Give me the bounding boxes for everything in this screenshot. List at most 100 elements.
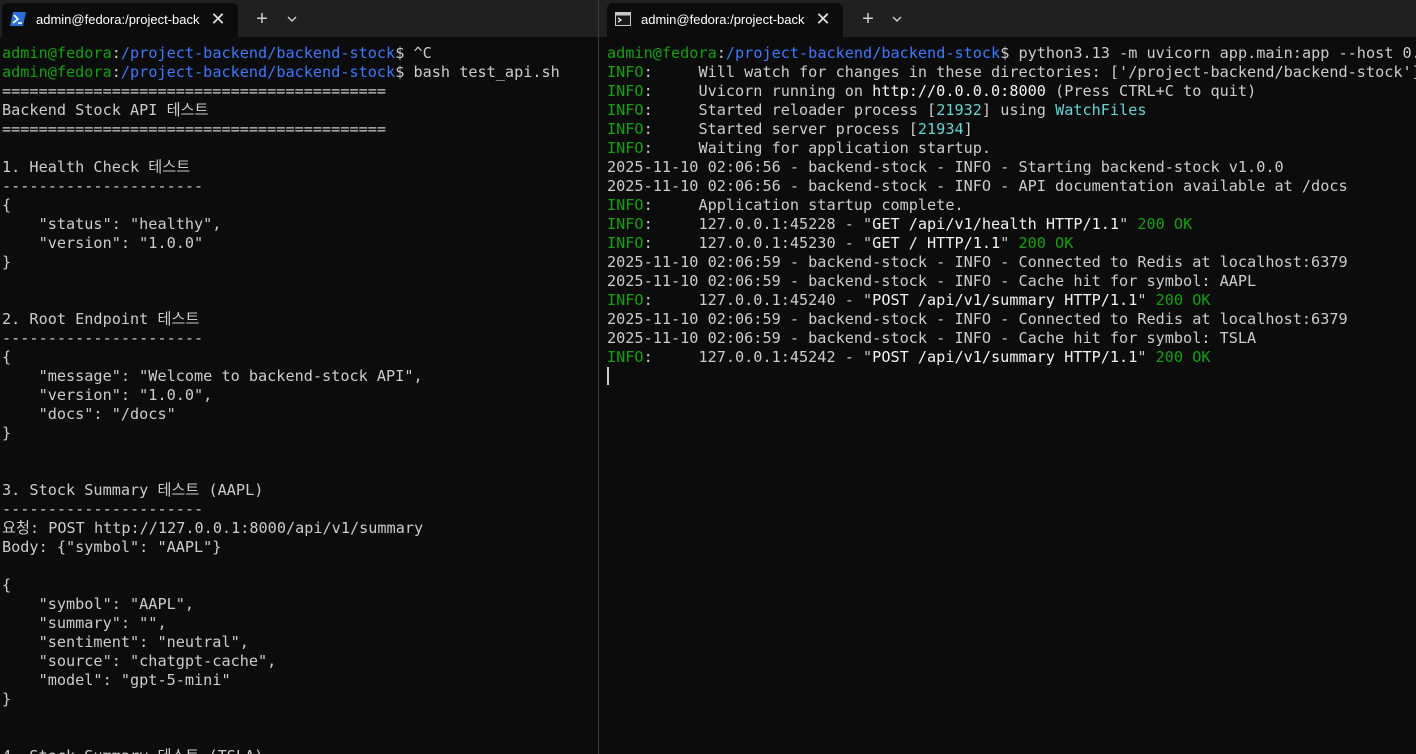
terminal-line: "symbol": "AAPL",	[2, 595, 598, 614]
terminal-text: : Will watch for changes in these direct…	[643, 63, 1416, 81]
terminal-text: "	[1119, 215, 1138, 233]
chevron-down-icon[interactable]	[281, 8, 303, 30]
terminal-text: INFO	[607, 120, 644, 138]
new-tab-button[interactable]: +	[856, 8, 880, 30]
terminal-text: "source": "chatgpt-cache",	[2, 652, 277, 670]
terminal-text: "status": "healthy",	[2, 215, 222, 233]
tab-cmd[interactable]: admin@fedora:/project-backend ✕	[607, 3, 843, 37]
terminal-line: "message": "Welcome to backend-stock API…	[2, 367, 598, 386]
terminal-line: INFO: 127.0.0.1:45230 - "GET / HTTP/1.1"…	[607, 234, 1416, 253]
terminal-text: : Uvicorn running on	[643, 82, 873, 100]
terminal-text: 3. Stock Summary 테스트 (AAPL)	[2, 481, 264, 499]
tab-title: admin@fedora:/project-backend	[36, 12, 200, 27]
terminal-line: "sentiment": "neutral",	[2, 633, 598, 652]
terminal-output[interactable]: admin@fedora:/project-backend/backend-st…	[607, 44, 1416, 386]
chevron-down-icon[interactable]	[886, 8, 908, 30]
right-terminal-pane[interactable]: admin@fedora:/project-backend ✕ + admin@…	[599, 0, 1416, 754]
terminal-line: 2025-11-10 02:06:59 - backend-stock - IN…	[607, 272, 1416, 291]
terminal-text: }	[2, 424, 12, 442]
terminal-text: 2025-11-10 02:06:56 - backend-stock - IN…	[607, 158, 1284, 176]
terminal-text: /project-backend/backend-stock	[120, 63, 396, 81]
terminal-prompt-line[interactable]	[607, 367, 1416, 386]
terminal-text: "message": "Welcome to backend-stock API…	[2, 367, 423, 385]
terminal-line: 2. Root Endpoint 테스트	[2, 310, 598, 329]
left-terminal-pane[interactable]: admin@fedora:/project-backend ✕ + admin@…	[0, 0, 598, 754]
terminal-text: 2. Root Endpoint 테스트	[2, 310, 200, 328]
terminal-line: ========================================…	[2, 120, 598, 139]
terminal-line: ----------------------	[2, 329, 598, 348]
terminal-output[interactable]: admin@fedora:/project-backend/backend-st…	[2, 44, 598, 754]
terminal-line: 2025-11-10 02:06:59 - backend-stock - IN…	[607, 310, 1416, 329]
close-icon[interactable]: ✕	[208, 8, 228, 30]
terminal-line: 4. Stock Summary 테스트 (TSLA)	[2, 747, 598, 754]
terminal-text: "docs": "/docs"	[2, 405, 176, 423]
terminal-text: 21934	[917, 120, 964, 138]
terminal-text: WatchFiles	[1055, 101, 1147, 119]
new-tab-button[interactable]: +	[250, 8, 274, 30]
terminal-text: {	[2, 196, 12, 214]
tab-powershell[interactable]: admin@fedora:/project-backend ✕	[2, 3, 238, 37]
terminal-text: :	[716, 44, 726, 62]
terminal-text: INFO	[607, 196, 644, 214]
terminal-line: "version": "1.0.0",	[2, 386, 598, 405]
terminal-text: (Press CTRL+C to quit)	[1045, 82, 1257, 100]
terminal-text: 2025-11-10 02:06:59 - backend-stock - IN…	[607, 310, 1348, 328]
terminal-text: }	[2, 253, 12, 271]
terminal-text: "summary": "",	[2, 614, 167, 632]
terminal-text: 200 OK	[1137, 215, 1193, 233]
terminal-line: INFO: Waiting for application startup.	[607, 139, 1416, 158]
terminal-text: POST /api/v1/summary HTTP/1.1	[872, 291, 1138, 309]
terminal-text: 200 OK	[1155, 291, 1211, 309]
powershell-icon	[10, 12, 26, 26]
terminal-text: {	[2, 348, 12, 366]
terminal-line: 3. Stock Summary 테스트 (AAPL)	[2, 481, 598, 500]
terminal-line: ----------------------	[2, 177, 598, 196]
terminal-line: {	[2, 196, 598, 215]
terminal-text: 21932	[936, 101, 982, 119]
tab-title: admin@fedora:/project-backend	[641, 12, 805, 27]
terminal-line: Backend Stock API 테스트	[2, 101, 598, 120]
terminal-text: : 127.0.0.1:45230 - "	[643, 234, 873, 252]
terminal-line: INFO: Started reloader process [21932] u…	[607, 101, 1416, 120]
terminal-text: 1. Health Check 테스트	[2, 158, 191, 176]
terminal-text: 2025-11-10 02:06:59 - backend-stock - IN…	[607, 253, 1348, 271]
terminal-text: :	[111, 63, 121, 81]
terminal-line: Body: {"symbol": "AAPL"}	[2, 538, 598, 557]
terminal-line: }	[2, 690, 598, 709]
terminal-text: $ bash test_api.sh	[395, 63, 560, 81]
terminal-line: 2025-11-10 02:06:59 - backend-stock - IN…	[607, 253, 1416, 272]
command-prompt-icon	[615, 12, 631, 26]
terminal-line: ========================================…	[2, 82, 598, 101]
close-icon[interactable]: ✕	[813, 8, 833, 30]
terminal-text: ] using	[981, 101, 1056, 119]
terminal-line: INFO: Will watch for changes in these di…	[607, 63, 1416, 82]
terminal-text: Body: {"symbol": "AAPL"}	[2, 538, 222, 556]
terminal-text: }	[2, 690, 12, 708]
terminal-text: :	[111, 44, 121, 62]
terminal-text: : Application startup complete.	[643, 196, 964, 214]
terminal-text: ========================================…	[2, 82, 387, 100]
terminal-line: 2025-11-10 02:06:59 - backend-stock - IN…	[607, 329, 1416, 348]
terminal-text: $ python3.13 -m uvicorn app.main:app --h…	[1000, 44, 1416, 62]
terminal-text: POST /api/v1/summary HTTP/1.1	[872, 348, 1138, 366]
terminal-text: "symbol": "AAPL",	[2, 595, 195, 613]
terminal-text: 요청: POST http://127.0.0.1:8000/api/v1/su…	[2, 519, 424, 537]
terminal-text: : Waiting for application startup.	[643, 139, 992, 157]
terminal-text: "version": "1.0.0",	[2, 386, 213, 404]
terminal-text: Backend Stock API 테스트	[2, 101, 209, 119]
terminal-text: GET /api/v1/health HTTP/1.1	[872, 215, 1120, 233]
terminal-line: INFO: 127.0.0.1:45240 - "POST /api/v1/su…	[607, 291, 1416, 310]
terminal-text: admin@fedora	[2, 63, 112, 81]
terminal-text: INFO	[607, 139, 644, 157]
terminal-line: admin@fedora:/project-backend/backend-st…	[607, 44, 1416, 63]
terminal-text: 2025-11-10 02:06:56 - backend-stock - IN…	[607, 177, 1348, 195]
terminal-line: admin@fedora:/project-backend/backend-st…	[2, 63, 598, 82]
terminal-text: 2025-11-10 02:06:59 - backend-stock - IN…	[607, 272, 1257, 290]
terminal-text: $ ^C	[395, 44, 432, 62]
